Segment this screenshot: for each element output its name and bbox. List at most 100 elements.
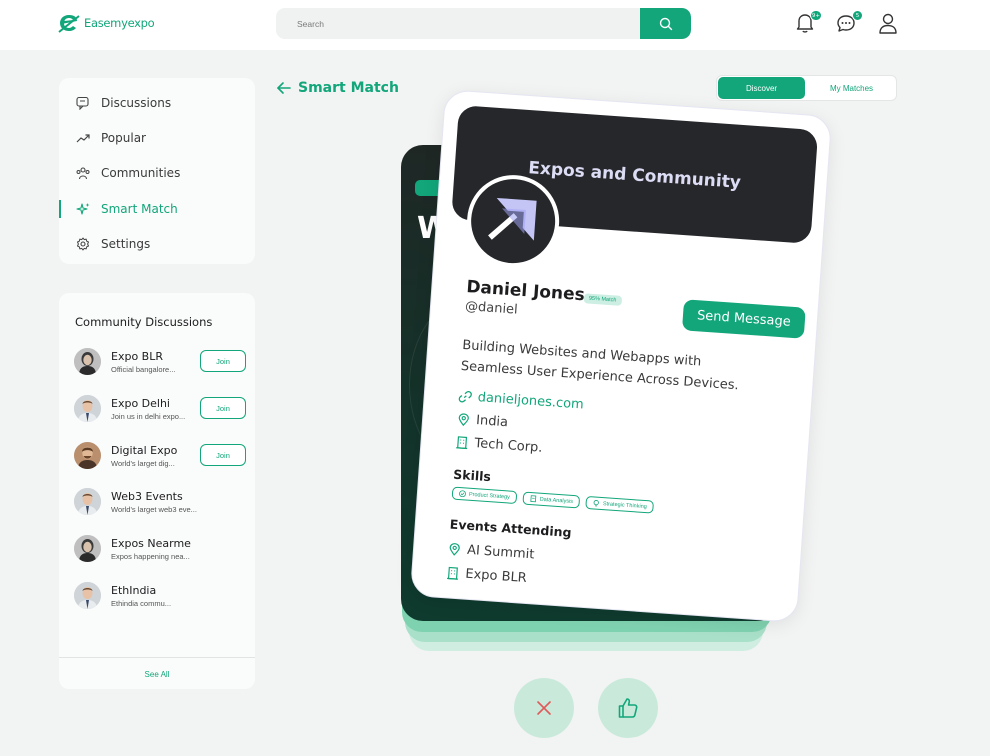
list-item[interactable]: Expos Nearme Expos happening nea... xyxy=(74,534,249,566)
community-discussions-title: Community Discussions xyxy=(75,315,213,329)
community-name: EthIndia xyxy=(111,584,157,597)
skills-list: Product Strategy Data Analysis Strategic… xyxy=(451,486,655,514)
sparkles-icon xyxy=(76,203,90,215)
avatar xyxy=(74,348,101,375)
top-bar: Easemyexpo 9+ 5 xyxy=(0,0,990,50)
messages-badge: 5 xyxy=(852,10,863,21)
sidebar-item-smart-match[interactable]: Smart Match xyxy=(59,198,255,220)
profile-handle: @daniel xyxy=(464,299,519,318)
see-all-link[interactable]: See All xyxy=(59,670,255,679)
list-item[interactable]: Web3 Events World's larget web3 eve... xyxy=(74,487,249,519)
avatar xyxy=(74,535,101,562)
avatar xyxy=(74,488,101,515)
messages-button[interactable]: 5 xyxy=(836,10,863,36)
community-name: Expo Delhi xyxy=(111,397,170,410)
building-icon xyxy=(456,436,468,450)
website-link[interactable]: danieljones.com xyxy=(477,390,584,412)
sidebar-item-settings[interactable]: Settings xyxy=(59,233,255,255)
community-name: Expo BLR xyxy=(111,350,163,363)
join-button[interactable]: Join xyxy=(200,397,246,419)
avatar xyxy=(74,395,101,422)
reject-button[interactable] xyxy=(514,678,574,738)
website-row[interactable]: danieljones.com xyxy=(458,389,584,412)
community-name: Expos Nearme xyxy=(111,537,191,550)
document-icon xyxy=(530,495,537,503)
location-pin-icon xyxy=(458,413,469,427)
sidebar-item-communities[interactable]: Communities xyxy=(59,162,255,184)
user-icon xyxy=(879,13,897,34)
profile-card[interactable]: Expos and Community Daniel Jones 95% Mat… xyxy=(409,89,833,623)
tab-my-matches[interactable]: My Matches xyxy=(807,77,896,99)
check-badge-icon xyxy=(459,490,466,498)
logo-text: Easemyexpo xyxy=(84,16,155,30)
link-icon xyxy=(458,390,472,403)
community-description: Ethindia commu... xyxy=(111,599,172,608)
community-description: Expos happening nea... xyxy=(111,552,190,561)
list-item[interactable]: EthIndia Ethindia commu... xyxy=(74,581,249,613)
arrow-left-icon xyxy=(277,82,291,94)
community-description: Official bangalore... xyxy=(111,365,176,374)
send-message-button[interactable]: Send Message xyxy=(681,299,806,339)
thumbs-up-icon xyxy=(618,698,638,718)
events-heading: Events Attending xyxy=(449,516,573,540)
list-item[interactable]: Expo Delhi Join us in delhi expo... Join xyxy=(74,394,249,426)
communities-icon xyxy=(76,167,90,180)
skill-chip: Product Strategy xyxy=(451,486,518,505)
search-icon xyxy=(659,17,672,30)
sidebar-item-discussions[interactable]: Discussions xyxy=(59,92,255,114)
location-text: India xyxy=(475,413,509,431)
sidebar-item-label: Popular xyxy=(101,131,146,145)
community-description: Join us in delhi expo... xyxy=(111,412,186,421)
sidebar-item-label: Settings xyxy=(101,237,151,251)
company-logo-icon xyxy=(488,197,537,241)
match-badge: 95% Match xyxy=(583,293,622,306)
profile-bio: Building Websites and Webapps with Seaml… xyxy=(460,335,782,399)
list-item[interactable]: Digital Expo World's larget dig... Join xyxy=(74,441,249,473)
location-pin-icon xyxy=(449,543,460,556)
sidebar-item-popular[interactable]: Popular xyxy=(59,127,255,149)
tab-discover[interactable]: Discover xyxy=(718,77,805,99)
view-toggle: Discover My Matches xyxy=(716,75,897,101)
search-button[interactable] xyxy=(640,8,691,39)
skills-heading: Skills xyxy=(452,466,492,485)
avatar xyxy=(74,442,101,469)
close-icon xyxy=(537,701,551,715)
sidebar-item-label: Communities xyxy=(101,166,181,180)
skill-chip: Strategic Thinking xyxy=(585,495,655,514)
location-row: India xyxy=(457,412,509,431)
sidebar-item-label: Smart Match xyxy=(101,202,178,216)
event-name: Expo BLR xyxy=(464,566,528,586)
skill-label: Data Analysis xyxy=(539,496,574,505)
event-name: AI Summit xyxy=(466,542,535,563)
event-row: Expo BLR xyxy=(446,565,527,586)
search-bar xyxy=(276,8,691,39)
skill-label: Product Strategy xyxy=(468,491,511,501)
notification-badge: 9+ xyxy=(809,10,822,21)
lightbulb-icon xyxy=(593,500,600,507)
skill-chip: Data Analysis xyxy=(522,491,581,509)
back-button[interactable]: Smart Match xyxy=(276,80,399,96)
trending-icon xyxy=(76,134,90,143)
divider xyxy=(59,657,255,658)
building-icon xyxy=(447,566,459,580)
profile-button[interactable] xyxy=(878,12,900,36)
gear-icon xyxy=(77,237,89,251)
skill-label: Strategic Thinking xyxy=(602,500,647,510)
notifications-button[interactable]: 9+ xyxy=(795,10,822,36)
search-input[interactable] xyxy=(276,8,641,39)
join-button[interactable]: Join xyxy=(200,350,246,372)
company-row: Tech Corp. xyxy=(455,435,543,456)
community-description: World's larget web3 eve... xyxy=(111,505,197,514)
company-text: Tech Corp. xyxy=(474,436,543,456)
join-button[interactable]: Join xyxy=(200,444,246,466)
page-title: Smart Match xyxy=(298,80,399,96)
sidebar-nav: Discussions Popular Communities Smart Ma… xyxy=(59,78,255,264)
avatar xyxy=(74,582,101,609)
logo[interactable]: Easemyexpo xyxy=(57,12,155,34)
sidebar-item-label: Discussions xyxy=(101,96,172,110)
logo-mark-icon xyxy=(58,15,80,33)
community-discussions-panel: Community Discussions Expo BLR Official … xyxy=(59,293,255,689)
like-button[interactable] xyxy=(598,678,658,738)
community-name: Web3 Events xyxy=(111,490,183,503)
list-item[interactable]: Expo BLR Official bangalore... Join xyxy=(74,347,249,379)
